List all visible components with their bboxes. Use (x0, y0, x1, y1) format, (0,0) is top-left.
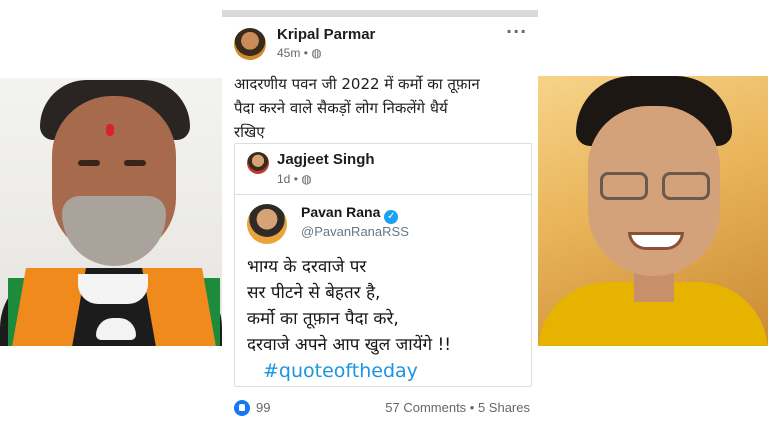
left-person-eye (78, 160, 100, 166)
tweet-text-line: दरवाजे अपने आप खुल जायेंगे !! (247, 335, 452, 355)
like-icon[interactable] (234, 400, 250, 416)
hashtag-link[interactable]: #quoteoftheday (263, 360, 418, 382)
post-text-line: रखिए (234, 123, 265, 141)
shared-post-card[interactable]: Jagjeet Singh 1d • ◍ Pavan Rana ✓ @PavanR… (234, 143, 532, 387)
left-person-beard (62, 196, 166, 266)
tweet-author-name: Pavan Rana (301, 204, 381, 220)
shared-time-text: 1d (277, 172, 291, 186)
post-text: आदरणीय पवन जी 2022 में कर्मो का तूफ़ान प… (234, 72, 534, 144)
tweet-text: भाग्य के दरवाजे पर सर पीटने से बेहतर है,… (247, 254, 531, 358)
left-person-eye (124, 160, 146, 166)
globe-icon: • ◍ (303, 46, 322, 60)
divider (235, 194, 531, 195)
post-text-line: पैदा करने वाले सैकड़ों लोग निकलेंगे धैर्… (234, 99, 448, 117)
facebook-post: Kripal Parmar 45m • ◍ ··· आदरणीय पवन जी … (222, 0, 538, 432)
tweet-author[interactable]: Pavan Rana ✓ (301, 204, 399, 224)
top-divider (222, 10, 538, 17)
like-count[interactable]: 99 (256, 400, 270, 415)
lotus-icon (96, 318, 136, 340)
comments-shares-count[interactable]: 57 Comments • 5 Shares (385, 400, 530, 415)
tweet-text-line: कर्मो का तूफ़ान पैदा करे, (247, 309, 399, 329)
post-text-line: आदरणीय पवन जी 2022 में कर्मो का तूफ़ान (234, 75, 480, 93)
verified-badge-icon: ✓ (384, 210, 399, 224)
glasses-lens (662, 172, 710, 200)
glasses-lens (600, 172, 648, 200)
tilak-mark (106, 124, 114, 136)
tweet-text-line: सर पीटने से बेहतर है, (247, 283, 381, 303)
tweet-text-line: भाग्य के दरवाजे पर (247, 257, 367, 277)
shared-post-timestamp[interactable]: 1d • ◍ (277, 172, 312, 186)
more-options-icon[interactable]: ··· (506, 22, 527, 41)
post-author-name[interactable]: Kripal Parmar (277, 26, 375, 43)
post-timestamp[interactable]: 45m • ◍ (277, 46, 322, 60)
shared-author-avatar[interactable] (247, 152, 269, 174)
tweet-handle[interactable]: @PavanRanaRSS (301, 224, 409, 239)
author-avatar[interactable] (234, 28, 266, 60)
right-person-photo (530, 76, 768, 346)
post-time-text: 45m (277, 46, 301, 60)
tweet-author-avatar[interactable] (247, 204, 287, 244)
left-person-photo (0, 78, 222, 346)
shared-author-name[interactable]: Jagjeet Singh (277, 151, 375, 168)
globe-icon: • ◍ (293, 172, 312, 186)
left-person-collar (78, 274, 148, 304)
right-person-neck (634, 272, 674, 302)
reactions-bar: 99 57 Comments • 5 Shares (234, 398, 530, 418)
